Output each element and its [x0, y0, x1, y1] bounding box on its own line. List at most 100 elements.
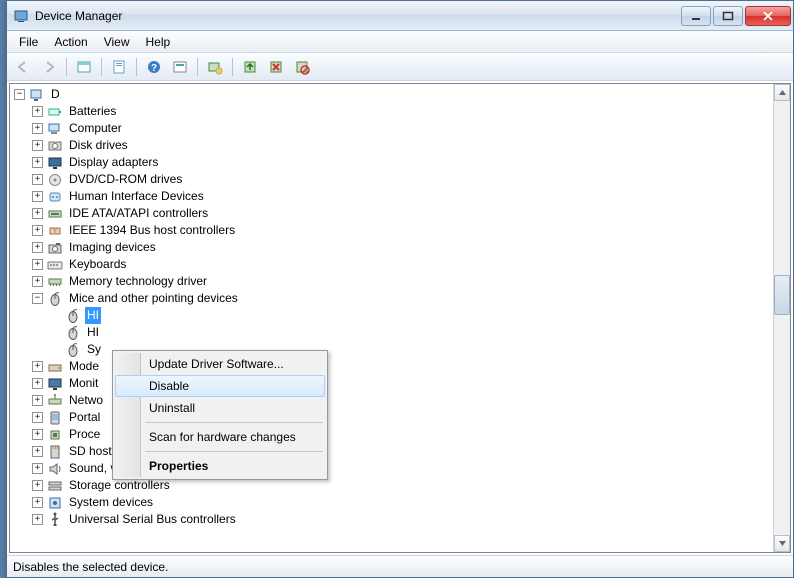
tree-expander[interactable]: + [32, 123, 43, 134]
display-icon [47, 155, 63, 171]
tree-expander[interactable]: + [32, 106, 43, 117]
context-menu-item[interactable]: Disable [115, 375, 325, 397]
scroll-up-button[interactable] [774, 84, 790, 101]
mouse-icon [47, 291, 63, 307]
titlebar: Device Manager [7, 1, 793, 31]
tree-category[interactable]: +Display adapters [10, 154, 773, 171]
scroll-track[interactable] [774, 101, 790, 535]
tree-expander[interactable]: + [32, 191, 43, 202]
toolbar-disable[interactable] [290, 56, 314, 78]
scroll-thumb[interactable] [774, 275, 790, 315]
context-menu-item[interactable]: Scan for hardware changes [115, 426, 325, 448]
svg-text:?: ? [151, 63, 157, 74]
toolbar-show-hidden[interactable] [72, 56, 96, 78]
keyboard-icon [47, 257, 63, 273]
svg-text:Y: Y [53, 229, 57, 235]
maximize-button[interactable] [713, 6, 743, 26]
device-tree[interactable]: −D+Batteries+Computer+Disk drives+Displa… [10, 84, 773, 552]
tree-category[interactable]: + Memory technology driver [10, 273, 773, 290]
tree-category[interactable]: +Batteries [10, 103, 773, 120]
tree-category[interactable]: + Human Interface Devices [10, 188, 773, 205]
tree-category[interactable]: + IDE ATA/ATAPI controllers [10, 205, 773, 222]
mouse-icon [65, 325, 81, 341]
toolbar-refresh[interactable] [168, 56, 192, 78]
scroll-down-button[interactable] [774, 535, 790, 552]
tree-node-label: Portal [67, 409, 102, 426]
tree-expander[interactable]: + [32, 463, 43, 474]
tree-node-label: System devices [67, 494, 155, 511]
context-menu-item[interactable]: Properties [115, 455, 325, 477]
tree-category[interactable]: +Keyboards [10, 256, 773, 273]
tree-expander[interactable]: + [32, 514, 43, 525]
tree-category[interactable]: + System devices [10, 494, 773, 511]
menu-help[interactable]: Help [138, 33, 179, 51]
toolbar-help[interactable]: ? [142, 56, 166, 78]
tree-category[interactable]: + Y IEEE 1394 Bus host controllers [10, 222, 773, 239]
tree-node-label: Memory technology driver [67, 273, 209, 290]
hid-icon [47, 189, 63, 205]
tree-node-label: Netwo [67, 392, 105, 409]
sd-icon [47, 444, 63, 460]
close-button[interactable] [745, 6, 791, 26]
disk-icon [47, 138, 63, 154]
tree-expander[interactable]: + [32, 174, 43, 185]
tree-expander[interactable]: + [32, 497, 43, 508]
tree-category[interactable]: −Mice and other pointing devices [10, 290, 773, 307]
battery-icon [47, 104, 63, 120]
toolbar-update-driver[interactable] [238, 56, 262, 78]
toolbar-separator [101, 58, 102, 76]
tree-root[interactable]: −D [10, 86, 773, 103]
tree-expander [50, 310, 61, 321]
tree-expander[interactable]: + [32, 361, 43, 372]
context-menu-item[interactable]: Update Driver Software... [115, 353, 325, 375]
tree-expander[interactable]: + [32, 276, 43, 287]
tree-device[interactable]: HI [10, 324, 773, 341]
tree-expander[interactable]: − [32, 293, 43, 304]
forward-button[interactable] [37, 56, 61, 78]
toolbar-separator [232, 58, 233, 76]
toolbar: ? [7, 53, 793, 81]
tree-category[interactable]: +Disk drives [10, 137, 773, 154]
tree-category[interactable]: +DVD/CD-ROM drives [10, 171, 773, 188]
back-button[interactable] [11, 56, 35, 78]
tree-category[interactable]: +Universal Serial Bus controllers [10, 511, 773, 528]
tree-expander[interactable]: + [32, 412, 43, 423]
tree-node-label: IEEE 1394 Bus host controllers [67, 222, 237, 239]
tree-expander[interactable]: + [32, 446, 43, 457]
toolbar-properties[interactable] [107, 56, 131, 78]
network-icon [47, 393, 63, 409]
tree-expander[interactable]: + [32, 242, 43, 253]
tree-device[interactable]: HI [10, 307, 773, 324]
tree-expander[interactable]: + [32, 395, 43, 406]
vertical-scrollbar[interactable] [773, 84, 790, 552]
tree-expander[interactable]: + [32, 140, 43, 151]
content-area: −D+Batteries+Computer+Disk drives+Displa… [9, 83, 791, 553]
tree-expander[interactable]: + [32, 429, 43, 440]
storage-icon [47, 478, 63, 494]
tree-expander[interactable]: + [32, 225, 43, 236]
tree-expander [50, 327, 61, 338]
menu-file[interactable]: File [11, 33, 46, 51]
tree-node-label: Human Interface Devices [67, 188, 206, 205]
tree-node-label: Monit [67, 375, 100, 392]
tree-expander[interactable]: + [32, 208, 43, 219]
context-menu-item[interactable]: Uninstall [115, 397, 325, 419]
tree-node-label: IDE ATA/ATAPI controllers [67, 205, 210, 222]
menubar: File Action View Help [7, 31, 793, 53]
toolbar-uninstall[interactable] [264, 56, 288, 78]
tree-expander[interactable]: + [32, 378, 43, 389]
tree-expander[interactable]: + [32, 259, 43, 270]
tree-category[interactable]: +Imaging devices [10, 239, 773, 256]
tree-expander[interactable]: + [32, 157, 43, 168]
toolbar-separator [66, 58, 67, 76]
minimize-button[interactable] [681, 6, 711, 26]
toolbar-scan[interactable] [203, 56, 227, 78]
tree-expander[interactable]: − [14, 89, 25, 100]
optical-icon [47, 172, 63, 188]
processor-icon [47, 427, 63, 443]
tree-expander[interactable]: + [32, 480, 43, 491]
menu-action[interactable]: Action [46, 33, 95, 51]
app-icon [13, 8, 29, 24]
menu-view[interactable]: View [96, 33, 138, 51]
tree-category[interactable]: +Computer [10, 120, 773, 137]
